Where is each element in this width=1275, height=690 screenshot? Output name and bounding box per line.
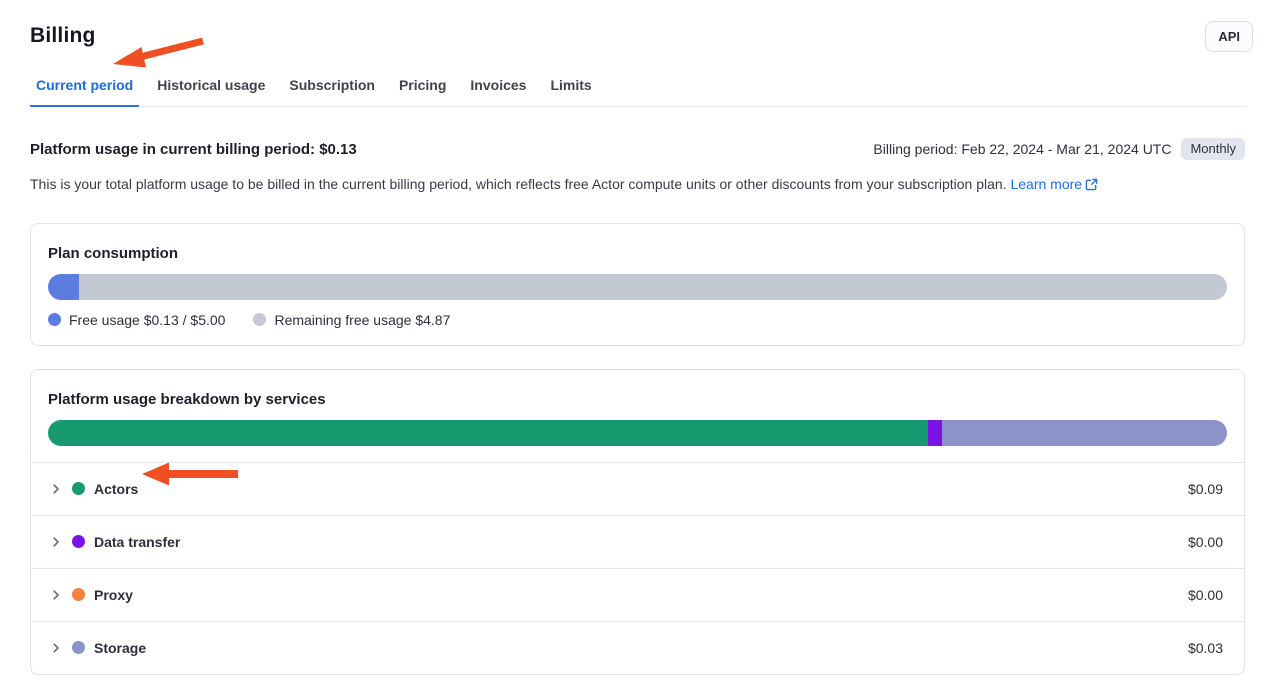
usage-description-text: This is your total platform usage to be … <box>30 176 1007 192</box>
tab-limits[interactable]: Limits <box>544 68 597 107</box>
tab-current-period[interactable]: Current period <box>30 68 139 107</box>
service-value: $0.03 <box>1188 640 1223 656</box>
usage-breakdown-card: Platform usage breakdown by services Act… <box>30 369 1245 675</box>
usage-total-heading: Platform usage in current billing period… <box>30 141 357 158</box>
usage-breakdown-bar <box>48 420 1227 446</box>
service-row-proxy[interactable]: Proxy $0.00 <box>31 568 1244 621</box>
plan-consumption-title: Plan consumption <box>48 245 1227 262</box>
actors-dot-icon <box>72 482 85 495</box>
free-usage-dot-icon <box>48 313 61 326</box>
page-title: Billing <box>30 24 96 48</box>
billing-cycle-badge: Monthly <box>1181 138 1245 160</box>
tab-subscription[interactable]: Subscription <box>283 68 381 107</box>
legend-label: Remaining free usage $4.87 <box>274 312 450 328</box>
plan-consumption-card: Plan consumption Free usage $0.13 / $5.0… <box>30 223 1245 346</box>
bar-segment-storage <box>942 420 1227 446</box>
billing-period-group: Billing period: Feb 22, 2024 - Mar 21, 2… <box>873 138 1245 160</box>
service-rows: Actors $0.09 Data transfer $0.00 Proxy $… <box>31 462 1244 674</box>
legend-item-remaining: Remaining free usage $4.87 <box>253 312 450 328</box>
bar-segment-free-usage <box>48 274 79 300</box>
bar-segment-actors <box>48 420 928 446</box>
storage-dot-icon <box>72 641 85 654</box>
service-label: Proxy <box>94 587 133 603</box>
tab-historical-usage[interactable]: Historical usage <box>151 68 271 107</box>
page-header: Billing API <box>30 0 1245 52</box>
period-summary-row: Platform usage in current billing period… <box>30 138 1245 160</box>
legend-item-free-usage: Free usage $0.13 / $5.00 <box>48 312 225 328</box>
data-transfer-dot-icon <box>72 535 85 548</box>
chevron-right-icon[interactable] <box>50 483 62 495</box>
billing-period-text: Billing period: Feb 22, 2024 - Mar 21, 2… <box>873 141 1171 157</box>
chevron-right-icon[interactable] <box>50 536 62 548</box>
learn-more-link[interactable]: Learn more <box>1010 176 1098 192</box>
usage-breakdown-title: Platform usage breakdown by services <box>48 391 1227 408</box>
service-row-actors[interactable]: Actors $0.09 <box>31 462 1244 515</box>
service-label: Actors <box>94 481 138 497</box>
billing-page: Billing API Current period Historical us… <box>0 0 1275 675</box>
api-button[interactable]: API <box>1205 21 1253 52</box>
plan-consumption-legend: Free usage $0.13 / $5.00 Remaining free … <box>48 312 1227 328</box>
remaining-usage-dot-icon <box>253 313 266 326</box>
chevron-right-icon[interactable] <box>50 642 62 654</box>
service-value: $0.00 <box>1188 587 1223 603</box>
bar-segment-remaining <box>79 274 1227 300</box>
service-value: $0.09 <box>1188 481 1223 497</box>
proxy-dot-icon <box>72 588 85 601</box>
service-label: Data transfer <box>94 534 180 550</box>
usage-description: This is your total platform usage to be … <box>30 175 1245 197</box>
chevron-right-icon[interactable] <box>50 589 62 601</box>
plan-consumption-bar <box>48 274 1227 300</box>
service-row-storage[interactable]: Storage $0.03 <box>31 621 1244 674</box>
service-value: $0.00 <box>1188 534 1223 550</box>
tab-invoices[interactable]: Invoices <box>464 68 532 107</box>
billing-tabs: Current period Historical usage Subscrip… <box>30 68 1245 107</box>
service-label: Storage <box>94 640 146 656</box>
tab-pricing[interactable]: Pricing <box>393 68 452 107</box>
service-row-data-transfer[interactable]: Data transfer $0.00 <box>31 515 1244 568</box>
legend-label: Free usage $0.13 / $5.00 <box>69 312 225 328</box>
bar-segment-data-transfer <box>928 420 942 446</box>
external-link-icon <box>1085 177 1098 197</box>
